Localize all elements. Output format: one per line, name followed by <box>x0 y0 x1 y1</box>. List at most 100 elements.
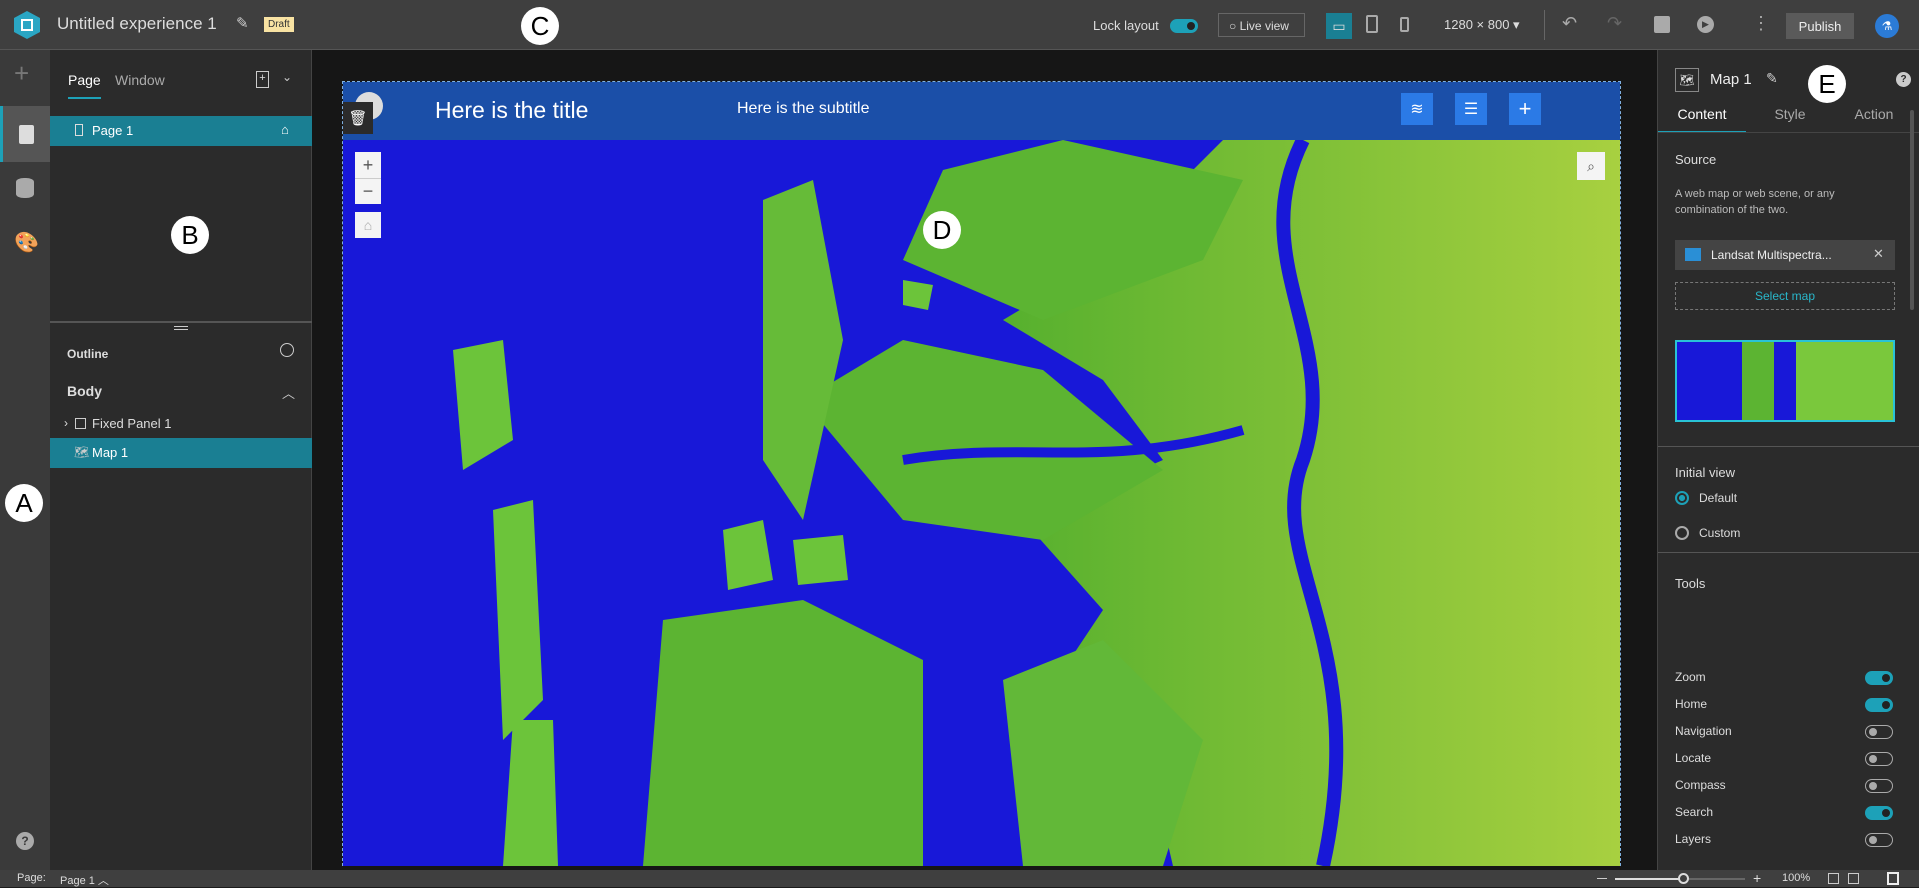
tool-toggle-locate[interactable] <box>1865 752 1893 766</box>
zoom-out-icon[interactable]: − <box>355 178 381 204</box>
map-search-icon[interactable]: ⌕ <box>1577 152 1605 180</box>
layers-button-icon[interactable]: ≋ <box>1401 93 1433 125</box>
tablet-device-button[interactable] <box>1366 15 1378 33</box>
page-panel: Page Window + ⌄ Page 1 ⌂ Outline Body ︿ … <box>50 50 312 870</box>
radio-default[interactable] <box>1675 491 1689 505</box>
initial-view-label: Initial view <box>1675 465 1735 480</box>
tab-style[interactable]: Style <box>1746 106 1834 122</box>
more-options-icon[interactable]: ⋮ <box>1752 13 1770 34</box>
map-widget-icon: 🗺 <box>1675 68 1699 92</box>
tab-window[interactable]: Window <box>115 72 165 88</box>
annotation-marker-e: E <box>1808 65 1846 103</box>
tool-toggle-compass[interactable] <box>1865 779 1893 793</box>
tool-label-layers: Layers <box>1675 832 1712 846</box>
divider <box>1544 10 1545 40</box>
save-icon[interactable] <box>1654 16 1670 33</box>
top-bar: Untitled experience 1 ✎ Draft Lock layou… <box>0 0 1919 50</box>
map-home-icon[interactable]: ⌂ <box>355 212 381 238</box>
zoom-controls: + − <box>355 152 381 204</box>
help-icon[interactable]: ? <box>16 832 34 850</box>
redo-icon[interactable]: ↷ <box>1607 13 1622 34</box>
tool-label-compass: Compass <box>1675 778 1726 792</box>
tab-page[interactable]: Page <box>68 72 101 99</box>
add-page-icon[interactable]: + <box>256 71 269 88</box>
lock-layout-toggle[interactable] <box>1170 19 1198 33</box>
zoom-in-icon[interactable]: + <box>355 152 381 178</box>
left-icon-rail: + 🎨 ? <box>0 50 50 870</box>
tab-content[interactable]: Content <box>1658 106 1746 133</box>
phone-device-button[interactable] <box>1400 17 1409 32</box>
experience-title: Untitled experience 1 <box>57 14 217 33</box>
add-widget-plus-icon[interactable]: + <box>14 58 29 89</box>
selected-map-item[interactable]: Landsat Multispectra... ✕ <box>1675 240 1895 270</box>
page-selector[interactable]: Page 1 ︿ <box>60 872 109 888</box>
rename-pencil-icon[interactable]: ✎ <box>1766 70 1778 87</box>
zoom-out-minus-icon[interactable] <box>1597 878 1607 879</box>
outline-item-map[interactable]: 🗺 Map 1 <box>50 438 312 468</box>
section-divider <box>1658 446 1919 447</box>
page-label: Page 1 <box>92 123 134 138</box>
header-band[interactable]: Here is the title Here is the subtitle ≋… <box>343 82 1620 140</box>
app-logo-icon <box>14 11 40 39</box>
tool-toggle-search[interactable] <box>1865 806 1893 820</box>
outline-item-label: Fixed Panel 1 <box>92 416 172 431</box>
page-doc-icon <box>75 124 83 136</box>
map-view[interactable]: + − ⌂ ⌕ <box>343 140 1620 866</box>
draft-badge: Draft <box>264 17 294 32</box>
header-subtitle: Here is the subtitle <box>737 100 870 117</box>
preview-play-icon[interactable]: ▶ <box>1697 16 1714 33</box>
edit-title-pencil-icon[interactable]: ✎ <box>236 14 249 32</box>
canvas-area: Here is the title Here is the subtitle ≋… <box>312 50 1657 870</box>
add-button-icon[interactable]: + <box>1509 93 1541 125</box>
collapse-body-chevron-up-icon[interactable]: ︿ <box>282 383 295 402</box>
legend-list-button-icon[interactable]: ☰ <box>1455 93 1487 125</box>
undo-icon[interactable]: ↶ <box>1562 13 1577 34</box>
fit-width-icon[interactable] <box>1848 873 1859 884</box>
live-view-button[interactable]: ○ Live view <box>1218 13 1305 37</box>
map-thumbnail[interactable] <box>1675 340 1895 422</box>
resolution-dropdown[interactable]: 1280 × 800 ▾ <box>1444 17 1520 33</box>
publish-button[interactable]: Publish <box>1786 13 1854 39</box>
data-database-icon[interactable] <box>16 178 34 198</box>
chevron-down-icon[interactable]: ⌄ <box>282 70 292 84</box>
zoom-slider[interactable] <box>1615 873 1745 884</box>
panel-splitter[interactable] <box>50 321 312 323</box>
zoom-in-plus-icon[interactable]: + <box>1753 870 1761 886</box>
user-avatar[interactable]: ⚗ <box>1875 14 1899 38</box>
page-icon[interactable] <box>0 106 50 162</box>
outline-search-icon[interactable] <box>280 343 294 357</box>
tool-toggle-layers[interactable] <box>1865 833 1893 847</box>
resolution-value: 1280 × 800 <box>1444 17 1510 32</box>
lock-layout-label: Lock layout <box>1093 18 1159 33</box>
splitter-handle-icon[interactable] <box>174 326 188 330</box>
selected-map-name: Landsat Multispectra... <box>1711 248 1832 262</box>
outline-item-fixed-panel[interactable]: › Fixed Panel 1 <box>50 410 312 438</box>
radio-custom-label: Custom <box>1699 526 1741 540</box>
home-page-icon[interactable]: ⌂ <box>281 122 289 137</box>
map-icon: 🗺 <box>74 445 90 459</box>
theme-palette-icon[interactable]: 🎨 <box>14 230 39 255</box>
source-label: Source <box>1675 152 1717 167</box>
page-list-item[interactable]: Page 1 ⌂ <box>50 116 312 146</box>
remove-map-close-icon[interactable]: ✕ <box>1873 246 1884 262</box>
outline-item-label: Map 1 <box>92 445 129 460</box>
fixed-panel-icon <box>75 418 86 429</box>
delete-trash-icon[interactable]: 🗑 <box>343 102 373 134</box>
tab-action[interactable]: Action <box>1830 106 1918 122</box>
zoom-slider-handle[interactable] <box>1678 873 1689 884</box>
select-map-button[interactable]: Select map <box>1675 282 1895 310</box>
tool-label-locate: Locate <box>1675 751 1712 765</box>
fit-screen-icon[interactable] <box>1828 873 1839 884</box>
panel-scrollbar[interactable] <box>1910 110 1914 310</box>
satellite-imagery <box>453 140 1620 866</box>
desktop-device-button[interactable]: ▭ <box>1326 13 1352 39</box>
help-icon[interactable]: ? <box>1896 72 1911 87</box>
tool-toggle-home[interactable] <box>1865 698 1893 712</box>
web-map-icon <box>1685 248 1701 261</box>
radio-custom[interactable] <box>1675 526 1689 540</box>
expand-chevron-right-icon[interactable]: › <box>64 416 68 430</box>
toggle-panel-icon[interactable] <box>1887 872 1899 885</box>
tool-toggle-navigation[interactable] <box>1865 725 1893 739</box>
tool-label-navigation: Navigation <box>1675 724 1732 738</box>
tool-toggle-zoom[interactable] <box>1865 671 1893 685</box>
